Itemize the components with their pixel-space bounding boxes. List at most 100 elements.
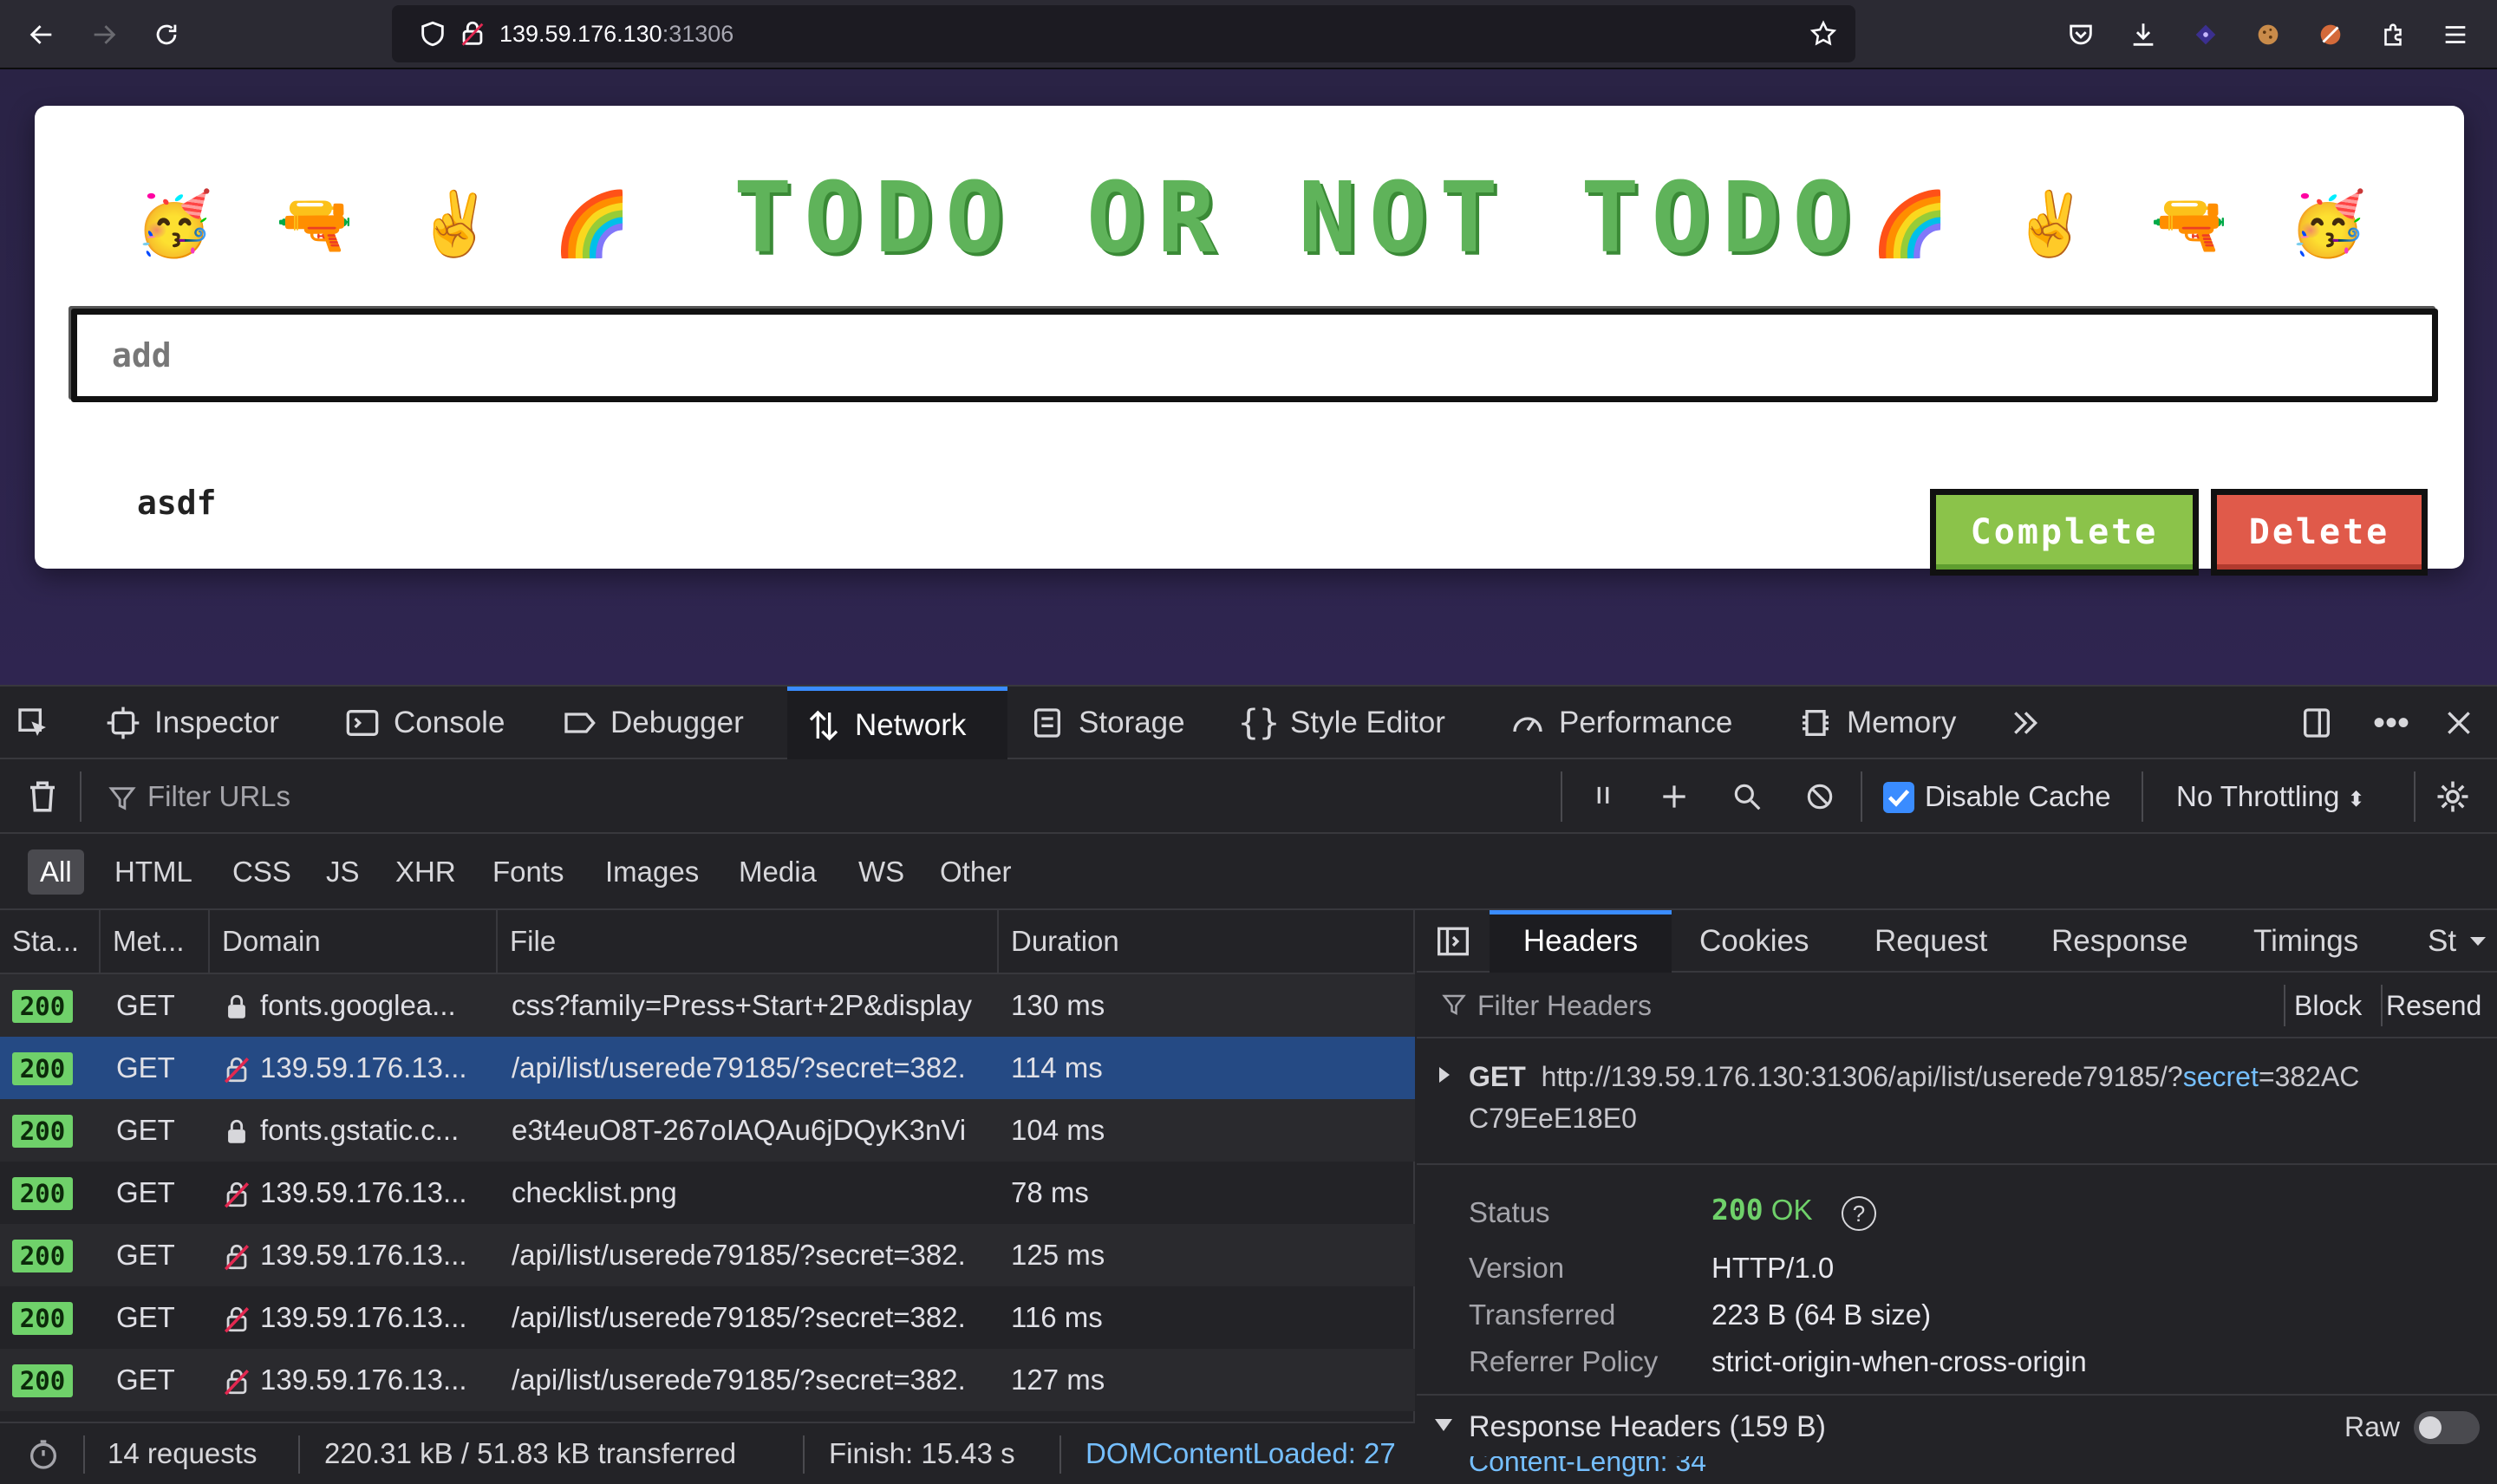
filter-ws[interactable]: WS <box>846 849 916 895</box>
tab-console[interactable]: Console <box>345 687 505 759</box>
filter-other[interactable]: Other <box>928 849 1024 895</box>
help-circle-icon[interactable]: ? <box>1842 1196 1876 1231</box>
back-button[interactable] <box>21 14 62 55</box>
filter-media[interactable]: Media <box>727 849 829 895</box>
tab-network[interactable]: Network <box>787 687 1007 759</box>
duration-cell: 130 ms <box>1011 989 1105 1021</box>
tab-style-editor[interactable]: {} Style Editor <box>1238 687 1445 759</box>
filter-html[interactable]: HTML <box>102 849 205 895</box>
insecure-lock-icon <box>222 1364 260 1396</box>
devtools-options-button[interactable]: ••• <box>2373 687 2422 759</box>
method-cell: GET <box>116 1239 175 1271</box>
status-badge: 200 <box>12 1364 73 1397</box>
tab-debugger[interactable]: Debugger <box>562 687 744 759</box>
insecure-lock-icon[interactable] <box>458 19 487 49</box>
block-button[interactable]: Block <box>2294 974 2362 1037</box>
status-cell: 200 <box>0 974 101 1037</box>
resend-button[interactable]: Resend <box>2386 974 2481 1037</box>
column-domain[interactable]: Domain <box>210 910 498 973</box>
plus-icon[interactable] <box>1658 780 1691 813</box>
tab-stack-trace[interactable]: St <box>2428 910 2456 973</box>
divider <box>1417 1037 2497 1038</box>
column-file[interactable]: File <box>498 910 999 973</box>
method-cell: GET <box>116 1301 175 1333</box>
tab-inspector[interactable]: Inspector <box>106 687 279 759</box>
file-cell: /api/list/userede79185/?secret=382. <box>512 1364 966 1396</box>
filter-all[interactable]: All <box>28 849 84 895</box>
column-status[interactable]: Sta... <box>0 910 101 973</box>
request-row[interactable]: 200 GET 139.59.176.13... /api/list/userede7… <box>0 1349 1415 1411</box>
toggle-sidebar-icon[interactable] <box>1436 926 1470 957</box>
cookie-extension-button[interactable] <box>2247 14 2289 55</box>
url-bar[interactable]: 139.59.176.130:31306 <box>392 5 1855 62</box>
pocket-button[interactable] <box>2060 14 2102 55</box>
response-headers-toggle[interactable]: Response Headers (159 B) <box>1469 1404 1826 1449</box>
add-todo-input[interactable]: add <box>71 309 2438 402</box>
downloads-button[interactable] <box>2122 14 2164 55</box>
shield-icon[interactable] <box>418 19 447 49</box>
url-text[interactable]: 139.59.176.130:31306 <box>499 5 733 62</box>
request-row[interactable]: 200 GET 139.59.176.13... /api/list/userede7… <box>0 1286 1415 1349</box>
expand-triangle-icon[interactable] <box>1436 1064 1453 1085</box>
tab-performance[interactable]: Performance <box>1510 687 1732 759</box>
reload-icon <box>156 24 177 45</box>
filter-js[interactable]: JS <box>314 849 372 895</box>
gear-icon[interactable] <box>2435 778 2471 815</box>
filter-css[interactable]: CSS <box>220 849 303 895</box>
lock-icon <box>222 989 260 1021</box>
transferred-key: Transferred <box>1469 1298 1616 1331</box>
filter-urls-input[interactable]: Filter URLs <box>147 759 290 834</box>
request-row[interactable]: 200 GET 139.59.176.13... /api/list/userede7… <box>0 1037 1415 1099</box>
tab-response[interactable]: Response <box>2051 910 2188 973</box>
more-tabs-button[interactable] <box>2008 687 2057 759</box>
forward-button[interactable] <box>83 14 125 55</box>
complete-button[interactable]: Complete <box>1930 489 2199 576</box>
separator <box>1861 771 1862 822</box>
collapse-triangle-icon[interactable] <box>1432 1416 1455 1434</box>
method-cell: GET <box>116 989 175 1021</box>
tab-cookies[interactable]: Cookies <box>1699 910 1809 973</box>
stopwatch-icon[interactable] <box>26 1437 61 1472</box>
tab-memory[interactable]: Memory <box>1798 687 1956 759</box>
extension-1-button[interactable] <box>2185 14 2226 55</box>
request-url-line[interactable]: GET http://139.59.176.130:31306/api/list… <box>1469 1056 2492 1139</box>
tabs-dropdown-icon[interactable] <box>2468 934 2488 948</box>
network-status-bar: 14 requests 220.31 kB / 51.83 kB transfe… <box>0 1422 1415 1484</box>
tab-storage[interactable]: Storage <box>1030 687 1185 759</box>
delete-button[interactable]: Delete <box>2211 489 2428 576</box>
request-row[interactable]: 200 GET 139.59.176.13... checklist.png 78 ms <box>0 1162 1415 1224</box>
request-row[interactable]: 200 GET fonts.googlea... css?family=Press+S… <box>0 974 1415 1037</box>
block-icon[interactable] <box>1803 780 1836 813</box>
filter-headers-input[interactable]: Filter Headers <box>1477 974 1652 1037</box>
column-method[interactable]: Met... <box>101 910 210 973</box>
tab-headers[interactable]: Headers <box>1490 910 1672 973</box>
search-icon[interactable] <box>1731 780 1764 813</box>
dock-button[interactable] <box>2299 687 2348 759</box>
filter-images[interactable]: Images <box>593 849 711 895</box>
close-devtools-button[interactable] <box>2442 687 2490 759</box>
method-cell: GET <box>116 1051 175 1084</box>
trash-icon[interactable] <box>24 778 61 815</box>
bookmark-star-icon[interactable] <box>1809 19 1838 49</box>
tab-timings[interactable]: Timings <box>2253 910 2358 973</box>
reload-button[interactable] <box>146 14 187 55</box>
disable-cache-checkbox[interactable] <box>1883 782 1914 813</box>
disable-cache-label[interactable]: Disable Cache <box>1925 759 2111 834</box>
filter-xhr[interactable]: XHR <box>383 849 468 895</box>
pause-icon[interactable] <box>1587 780 1620 813</box>
filter-fonts[interactable]: Fonts <box>480 849 577 895</box>
extensions-button[interactable] <box>2372 14 2414 55</box>
request-row[interactable]: 200 GET fonts.gstatic.c... e3t4euO8T-267oIA… <box>0 1099 1415 1162</box>
throttling-select[interactable]: No Throttling ⬍ <box>2176 759 2365 834</box>
menu-button[interactable] <box>2435 14 2476 55</box>
browser-toolbar: 139.59.176.130:31306 <box>0 0 2497 69</box>
tab-request[interactable]: Request <box>1874 910 1987 973</box>
element-picker-button[interactable] <box>16 687 64 759</box>
request-row[interactable]: 200 GET 139.59.176.13... /api/list/userede7… <box>0 1224 1415 1286</box>
cookie-editor-button[interactable] <box>2310 14 2351 55</box>
domain-cell: 139.59.176.13... <box>222 1286 494 1349</box>
network-arrows-icon <box>806 708 841 743</box>
column-duration[interactable]: Duration <box>999 910 1415 973</box>
domain-cell: 139.59.176.13... <box>222 1349 494 1411</box>
raw-toggle[interactable] <box>2414 1411 2480 1444</box>
